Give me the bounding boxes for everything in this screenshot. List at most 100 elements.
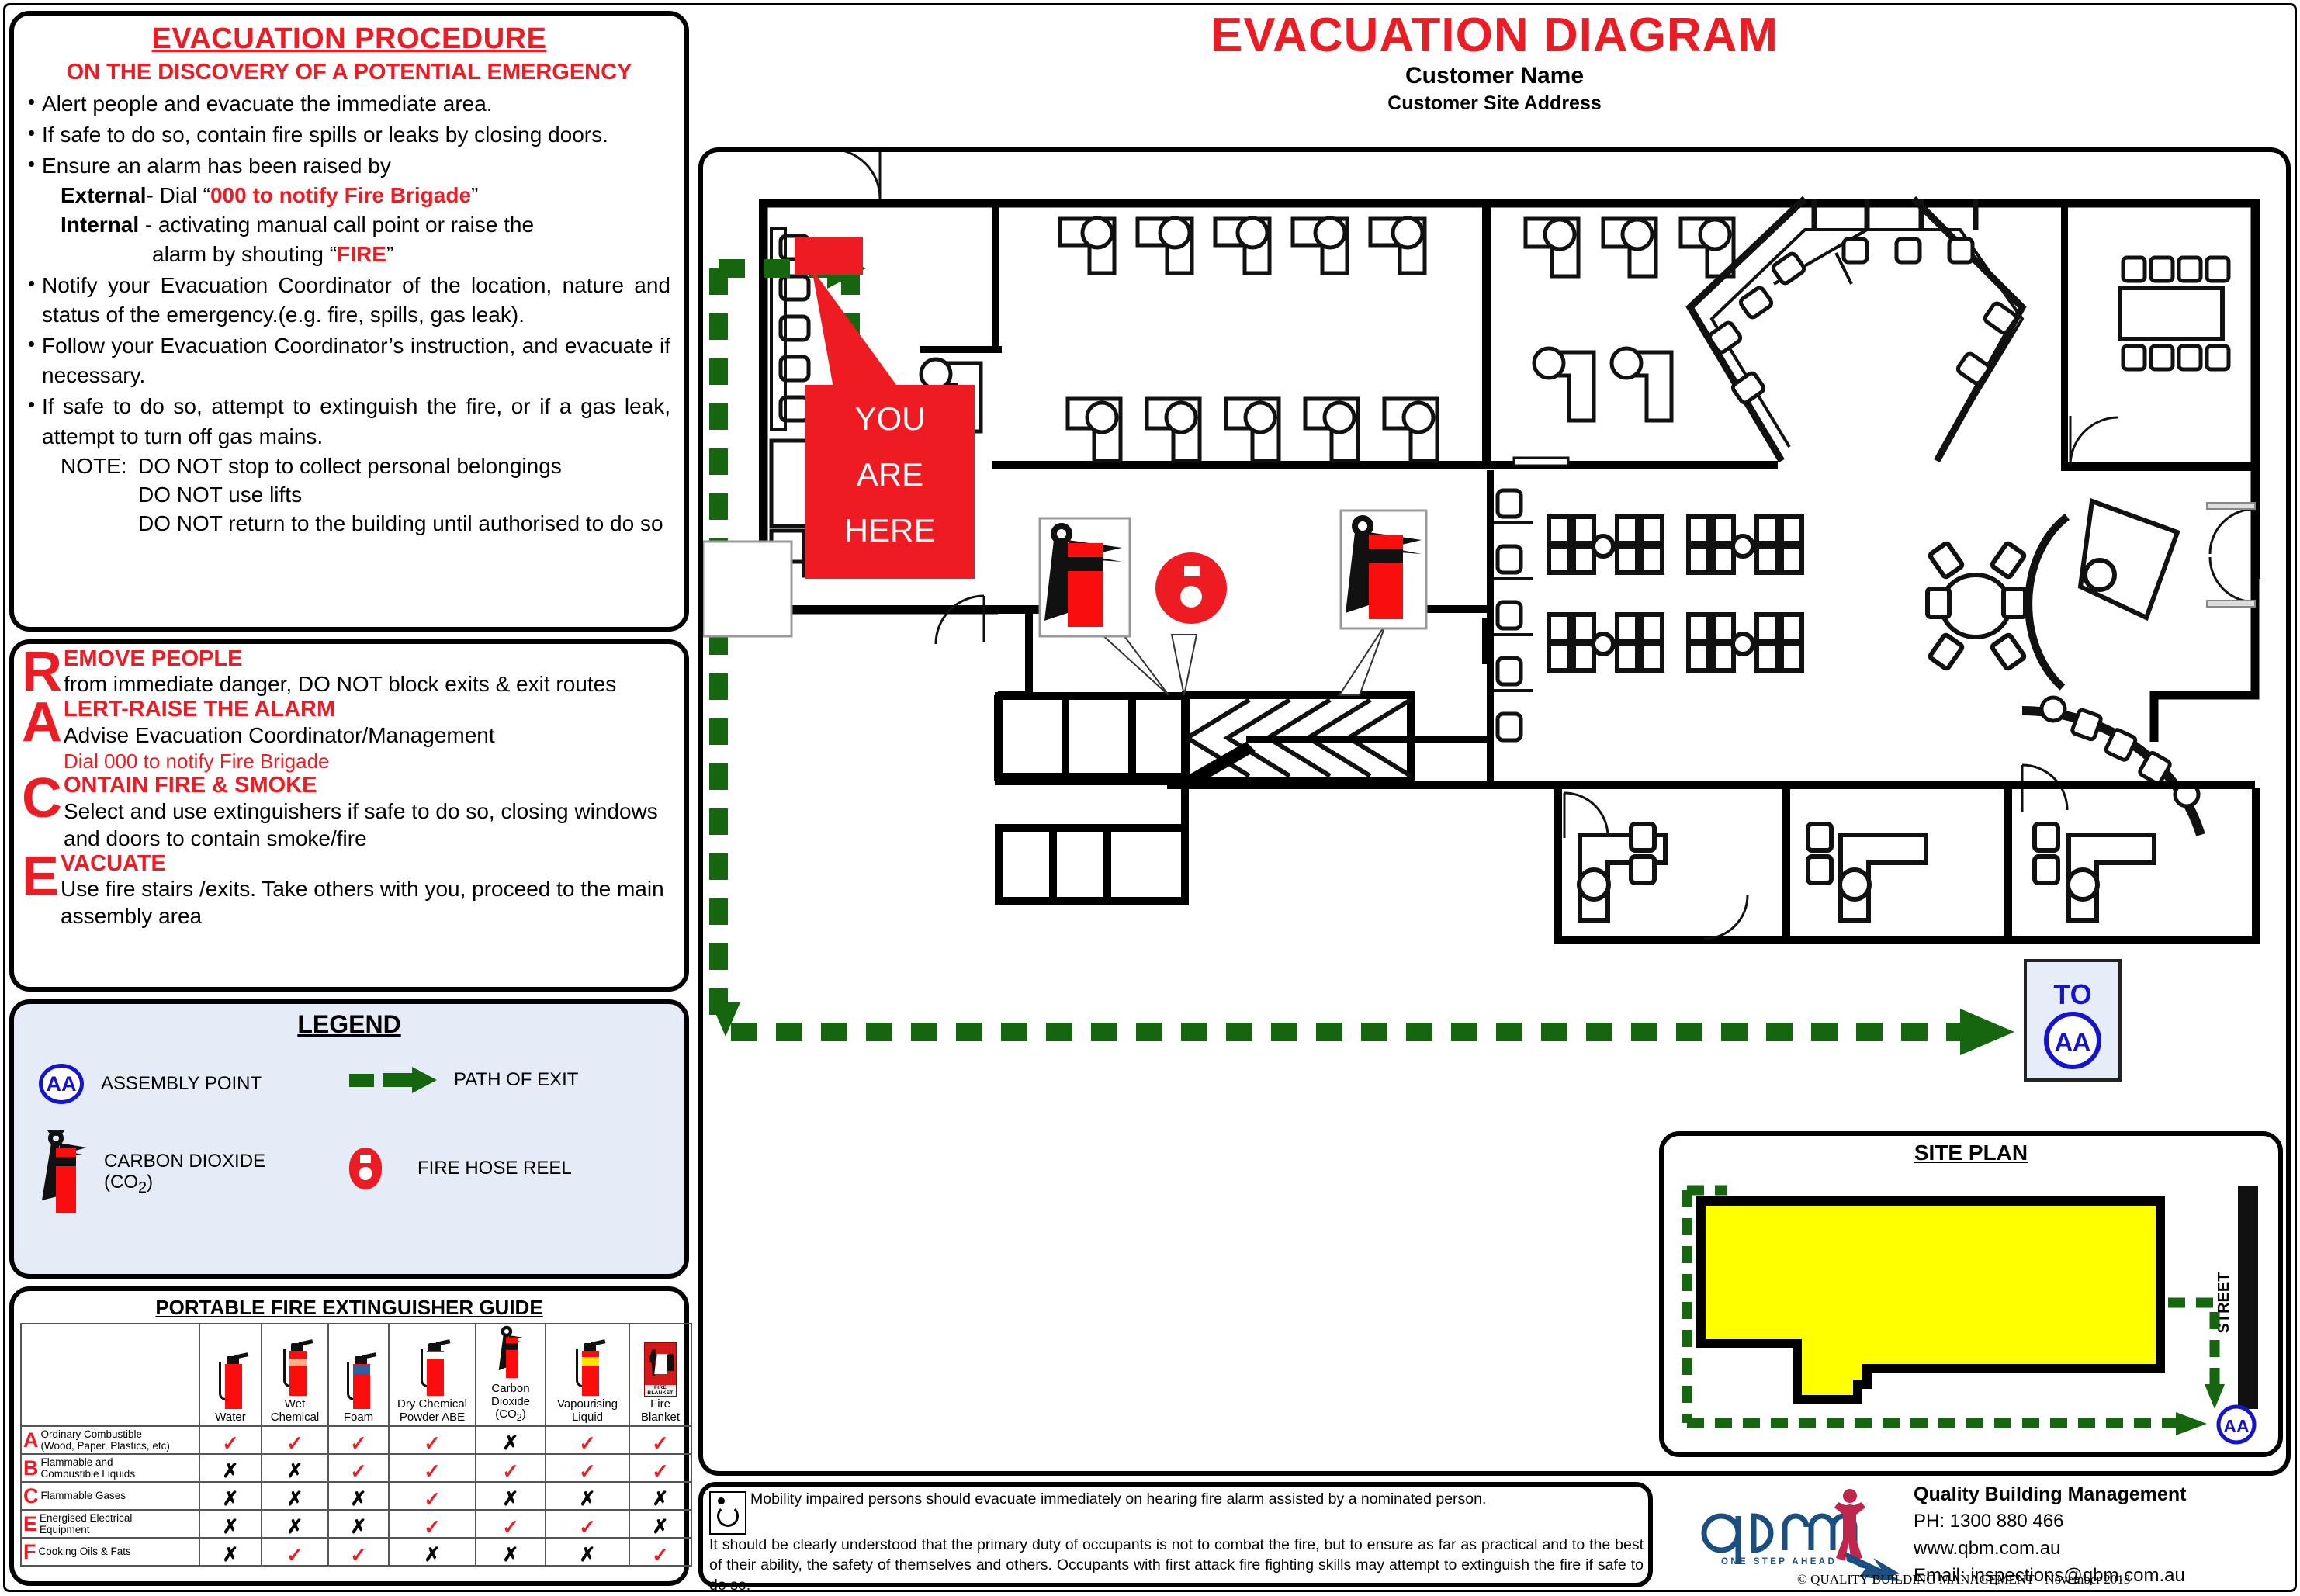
table-row: F Cooking Oils & Fats ✗ ✓ ✓ ✗ ✗ ✗ ✓	[20, 1537, 692, 1567]
tick-icon: ✓	[222, 1432, 239, 1455]
mark-cell: ✓	[388, 1425, 476, 1455]
bullet-dot-icon: •	[28, 272, 36, 296]
cross-icon: ✗	[652, 1488, 669, 1510]
header-cell-wet-chemical: Wet Chemical	[261, 1323, 329, 1427]
header-cell-water: Water	[199, 1323, 262, 1427]
co2-extinguisher-callout-1	[1038, 517, 1169, 696]
procedure-note-block: NOTE: DO NOT stop to collect personal be…	[61, 452, 670, 538]
tick-icon: ✓	[652, 1459, 669, 1483]
race-item-contain: C ONTAIN FIRE & SMOKE Select and use ext…	[22, 767, 674, 851]
legend-item-path-of-exit: PATH OF EXIT	[349, 1067, 578, 1093]
evacuation-procedure-panel: EVACUATION PROCEDURE ON THE DISCOVERY OF…	[9, 11, 689, 632]
note-line: DO NOT stop to collect personal belongin…	[138, 453, 562, 478]
mark-cell: ✗	[327, 1509, 390, 1539]
procedure-bullet: • If safe to do so, attempt to extinguis…	[28, 392, 670, 451]
company-phone: PH: 1300 880 466	[1914, 1511, 2064, 1532]
procedure-title: EVACUATION PROCEDURE	[151, 23, 547, 55]
race-red-text: Dial 000 to notify Fire Brigade	[64, 749, 330, 773]
desk-clusters	[1547, 514, 1804, 673]
cross-icon: ✗	[579, 1488, 596, 1510]
mark-cell: ✓	[545, 1453, 630, 1483]
procedure-internal-line: Internal - activating manual call point …	[61, 210, 670, 240]
header-label-line1: Wet	[284, 1397, 306, 1411]
mark-cell: ✓	[388, 1453, 476, 1483]
site-assembly-code: AA	[2223, 1416, 2249, 1436]
mobility-note-text: Mobility impaired persons should evacuat…	[750, 1490, 1487, 1508]
class-cell-c: C Flammable Gases	[20, 1481, 200, 1511]
mark-cell: ✓	[327, 1453, 390, 1483]
header-cell-fire-blanket: FIRE BLANKET Fire Blanket	[629, 1323, 692, 1427]
wet-chemical-extinguisher-icon	[283, 1338, 313, 1396]
mark-cell: ✗	[199, 1481, 262, 1511]
wheelchair-accessible-icon	[709, 1491, 746, 1535]
race-letter-e: E	[22, 845, 60, 908]
procedure-bullet-text: If safe to do so, contain fire spills or…	[42, 122, 608, 147]
race-heading: VACUATE	[61, 850, 166, 876]
guide-title: PORTABLE FIRE EXTINGUISHER GUIDE	[155, 1296, 543, 1319]
race-text: Use fire stairs /exits. Take others with…	[61, 877, 664, 929]
internal-red-text: FIRE	[337, 242, 386, 267]
mark-cell: ✓	[388, 1509, 476, 1539]
header-cell-vapourising-liquid: Vapourising Liquid	[545, 1323, 630, 1427]
legend-item-assembly-point: AA ASSEMBLY POINT	[39, 1064, 262, 1104]
procedure-bullet-text: Ensure an alarm has been raised by	[42, 153, 391, 178]
tick-icon: ✓	[579, 1459, 596, 1483]
race-procedure-panel: R EMOVE PEOPLE from immediate danger, DO…	[9, 639, 689, 992]
class-letter: C	[23, 1483, 39, 1508]
tick-icon: ✓	[286, 1432, 303, 1455]
mark-cell: ✗	[261, 1453, 329, 1483]
class-letter: A	[23, 1428, 39, 1452]
mark-cell: ✗	[199, 1537, 262, 1567]
race-text: Select and use extinguishers if safe to …	[64, 798, 658, 850]
class-letter: E	[23, 1511, 38, 1535]
class-cell-e: E Energised Electrical Equipment	[20, 1509, 200, 1539]
site-plan-title: SITE PLAN	[1914, 1141, 2028, 1165]
mark-cell: ✓	[545, 1425, 630, 1455]
cross-icon: ✗	[222, 1544, 239, 1566]
cross-icon: ✗	[286, 1488, 303, 1510]
footer-brand: ONE STEP AHEAD Quality Building Manageme…	[1665, 1479, 2294, 1594]
tick-icon: ✓	[579, 1515, 596, 1539]
internal-close-quote: ”	[386, 242, 394, 267]
qbm-logo: ONE STEP AHEAD	[1701, 1489, 1903, 1581]
race-heading: ONTAIN FIRE & SMOKE	[64, 773, 317, 798]
qbm-tagline: ONE STEP AHEAD	[1721, 1557, 1837, 1567]
mark-cell: ✗	[475, 1481, 546, 1511]
mark-cell: ✓	[388, 1481, 476, 1511]
legend-label: PATH OF EXIT	[454, 1069, 579, 1091]
lower-lobby-boxes	[995, 824, 1189, 905]
round-table	[1925, 541, 2028, 671]
tick-icon: ✓	[424, 1432, 441, 1455]
procedure-bullet: • Notify your Evacuation Coordinator of …	[28, 271, 670, 330]
mark-cell: ✗	[475, 1425, 546, 1455]
race-item-alert: A LERT-RAISE THE ALARM Advise Evacuation…	[22, 694, 674, 774]
mark-cell: ✓	[629, 1425, 692, 1455]
race-letter-c: C	[22, 767, 62, 830]
tick-icon: ✓	[502, 1459, 519, 1483]
table-row: E Energised Electrical Equipment ✗ ✗ ✗ ✓ ✓…	[20, 1509, 692, 1539]
vapourising-liquid-extinguisher-icon	[576, 1338, 606, 1396]
cross-icon: ✗	[652, 1516, 669, 1538]
class-letter: F	[23, 1539, 36, 1563]
internal-label: Internal	[61, 213, 140, 237]
you-are-here-line-1: YOU	[854, 400, 925, 437]
foam-extinguisher-icon	[347, 1352, 377, 1409]
location-marker	[795, 237, 863, 275]
external-label: External	[61, 182, 147, 207]
mark-cell: ✗	[261, 1481, 329, 1511]
header-label-line1: Dry Chemical	[397, 1397, 467, 1411]
you-are-here-line-3: HERE	[845, 512, 936, 549]
header-label-line2: Chemical	[270, 1410, 320, 1424]
race-heading: EMOVE PEOPLE	[64, 646, 243, 671]
mark-cell: ✓	[261, 1425, 329, 1455]
co2-extinguisher-icon	[498, 1325, 523, 1379]
cross-icon: ✗	[502, 1432, 519, 1454]
race-item-remove: R EMOVE PEOPLE from immediate danger, DO…	[22, 644, 674, 700]
sheet-header: EVACUATION DIAGRAM Customer Name Custome…	[698, 11, 2291, 143]
mark-cell: ✓	[327, 1537, 390, 1567]
race-text: from immediate danger, DO NOT block exit…	[64, 672, 617, 697]
green-arrow-icon	[383, 1067, 437, 1093]
tick-icon: ✓	[424, 1515, 441, 1539]
mark-cell: ✓	[629, 1537, 692, 1567]
header-cell-foam: Foam	[327, 1323, 390, 1427]
